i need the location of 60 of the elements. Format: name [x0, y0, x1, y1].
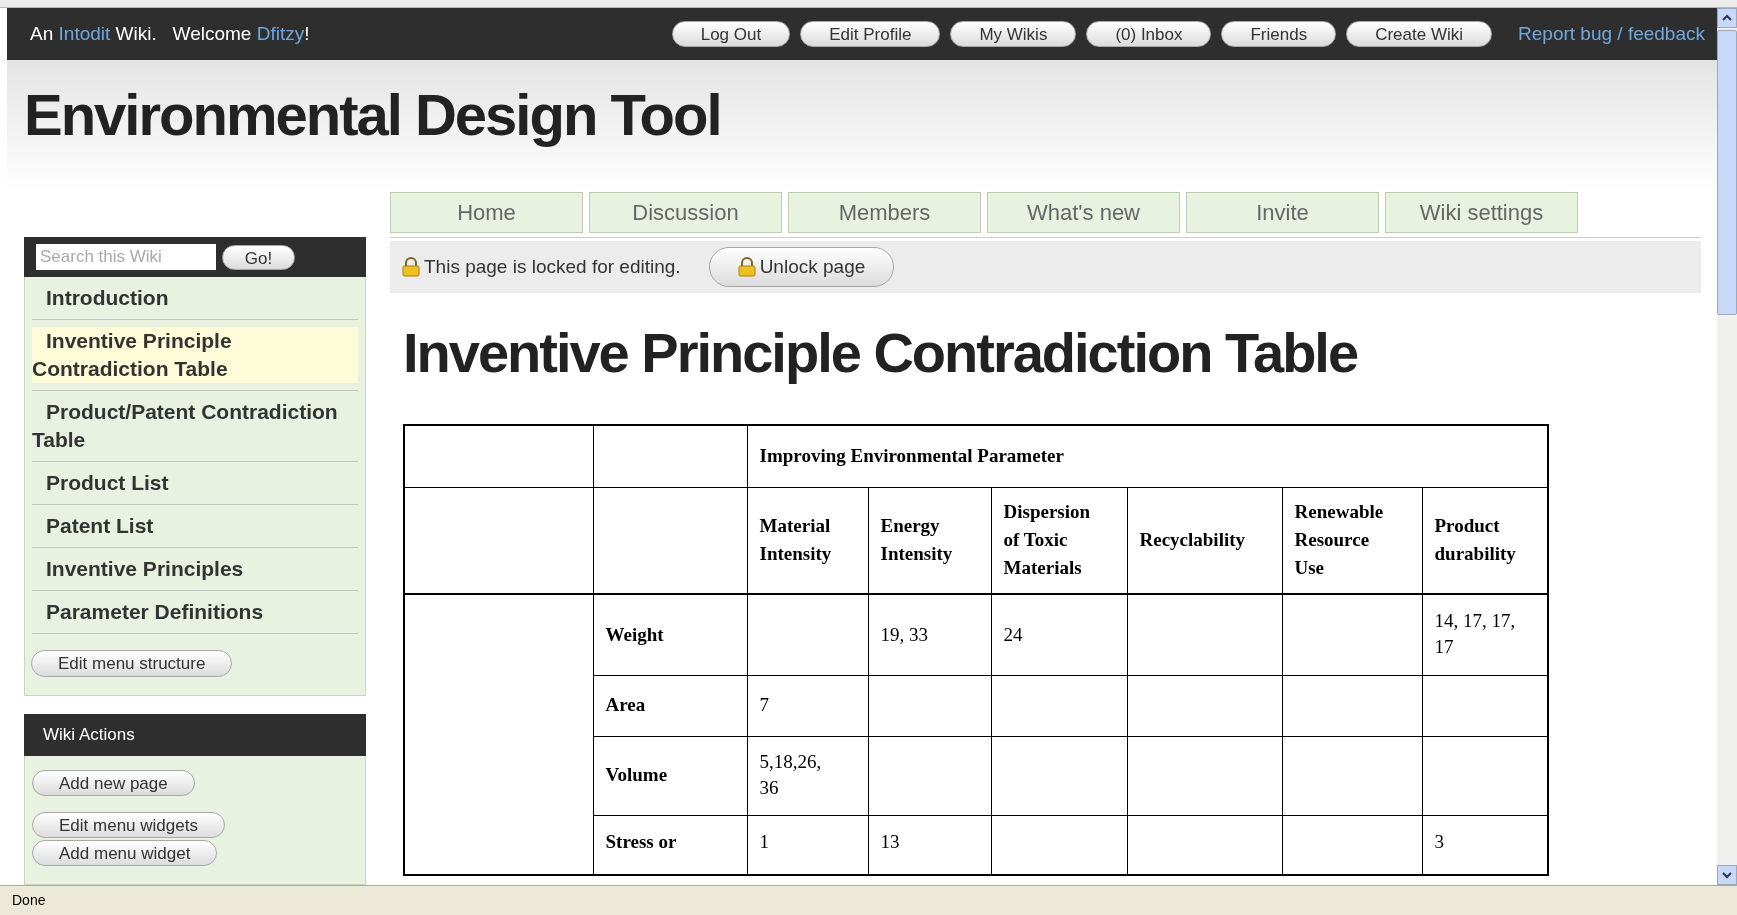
table-cell-text: 7 [759, 693, 769, 718]
welcome-text: An Intodit Wiki. Welcome Dfitzy! [30, 21, 310, 46]
table-cell-text: 1 [759, 829, 769, 854]
edit-menu-button[interactable]: Edit menu structure [31, 650, 233, 677]
nav-tab[interactable]: Discussion [589, 192, 782, 233]
lock-icon [737, 257, 756, 277]
group-header: Improving Environmental Parameter [759, 445, 1064, 467]
header-button[interactable]: My Wikis [950, 21, 1077, 47]
column-header: Recyclability [1139, 528, 1246, 553]
table-cell-text: 19, 33 [880, 622, 928, 647]
header-button[interactable]: Create Wiki [1346, 21, 1493, 47]
unlock-button[interactable]: Unlock page [708, 247, 895, 287]
column-header: Dispersion of Toxic Materials [1003, 500, 1092, 581]
lock-message: This page is locked for editing. [424, 254, 681, 279]
nav-tab[interactable]: Home [390, 192, 583, 233]
action-button[interactable]: Add menu widget [32, 840, 218, 866]
menu-item[interactable]: Product/Patent Contradiction Table [32, 398, 358, 454]
page-title: Inventive Principle Contradiction Table [403, 320, 1358, 386]
site-link[interactable]: Intodit [58, 22, 111, 44]
search-field[interactable]: Search this Wiki [36, 244, 216, 270]
header-button[interactable]: Edit Profile [800, 21, 941, 47]
scrollbar[interactable] [1717, 8, 1737, 885]
lock-icon [402, 257, 420, 277]
column-header: Energy Intensity [880, 514, 954, 567]
menu-item[interactable]: Patent List [32, 512, 154, 540]
scroll-up-icon[interactable] [1717, 8, 1737, 28]
menu-item[interactable]: Parameter Definitions [32, 598, 264, 626]
menu-item[interactable]: Inventive Principle Contradiction Table [32, 327, 358, 383]
panel-title: Wiki Actions [43, 724, 135, 747]
site-title: Environmental Design Tool [24, 81, 721, 149]
action-button[interactable]: Edit menu widgets [32, 812, 225, 838]
table-cell-text: 3 [1434, 829, 1444, 854]
table-cell-text: 24 [1003, 622, 1023, 647]
status-text: Done [12, 891, 46, 910]
table-cell-text: 14, 17, 17, 17 [1434, 609, 1517, 660]
user-link[interactable]: Dfitzy [256, 22, 305, 44]
scroll-down-icon[interactable] [1717, 865, 1737, 885]
row-header: Stress or [605, 830, 677, 852]
go-button[interactable]: Go! [222, 244, 295, 270]
column-header: Renewable Resource Use [1294, 500, 1385, 581]
header-button[interactable]: (0) Inbox [1086, 21, 1212, 47]
report-bug-link[interactable]: Report bug / feedback [1518, 19, 1705, 49]
nav-tab[interactable]: What's new [987, 192, 1180, 233]
row-header: Area [605, 694, 646, 716]
row-header: Volume [605, 764, 668, 786]
action-button[interactable]: Add new page [32, 770, 195, 796]
menu-item[interactable]: Product List [32, 469, 169, 497]
column-header: Product durability [1434, 514, 1517, 567]
header-button[interactable]: Log Out [671, 21, 791, 47]
menu-item[interactable]: Introduction [32, 284, 169, 312]
menu-item[interactable]: Inventive Principles [32, 555, 244, 583]
nav-tab[interactable]: Members [788, 192, 981, 233]
row-header: Weight [605, 623, 664, 645]
scrollbar-thumb[interactable] [1717, 30, 1737, 315]
column-header: Material Intensity [759, 514, 833, 567]
table-cell-text: 13 [880, 829, 900, 854]
table-cell-text: 5,18,26, 36 [759, 749, 823, 800]
nav-tab[interactable]: Wiki settings [1385, 192, 1578, 233]
header-button[interactable]: Friends [1221, 21, 1337, 47]
nav-tab[interactable]: Invite [1186, 192, 1379, 233]
